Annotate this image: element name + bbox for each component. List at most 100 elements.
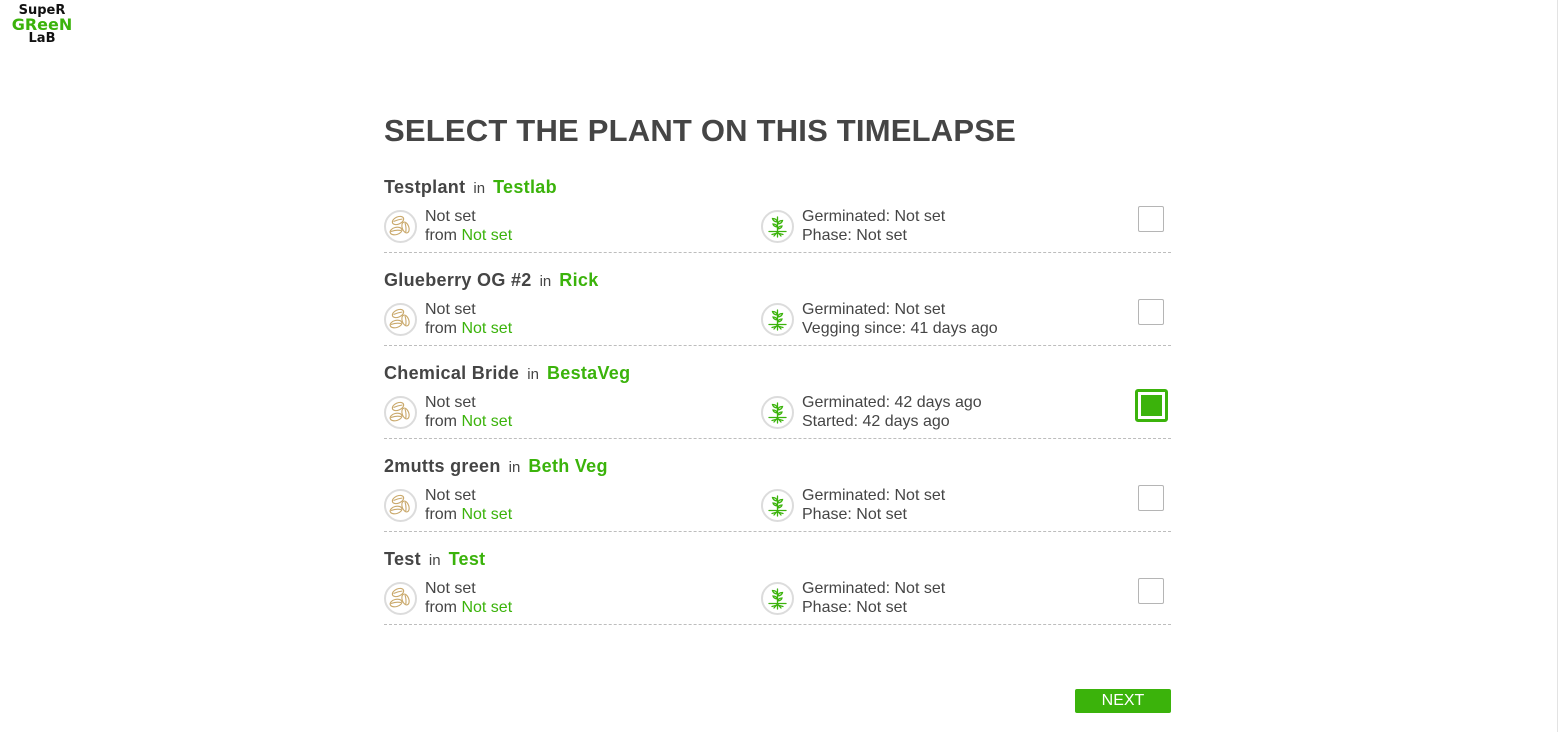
seed-from: from Not set: [425, 227, 512, 246]
germinated-label: Germinated:: [802, 394, 891, 411]
seed-from: from Not set: [425, 506, 512, 525]
plant-row: Glueberry OG #2 in Rick Not set from Not…: [384, 253, 1171, 346]
page: SupeR GReeN LaB SELECT THE PLANT ON THIS…: [0, 0, 1558, 732]
super-green-lab-logo: SupeR GReeN LaB: [10, 4, 74, 46]
box-name[interactable]: Test: [449, 549, 486, 569]
from-label: from: [425, 319, 457, 337]
in-label: in: [527, 366, 539, 383]
germinated-label: Germinated:: [802, 208, 891, 225]
plant-title: 2mutts green in Beth Veg: [384, 455, 608, 479]
from-label: from: [425, 412, 457, 430]
plant-select-checkbox[interactable]: [1138, 485, 1164, 511]
from-value[interactable]: Not set: [461, 599, 512, 616]
from-label: from: [425, 505, 457, 523]
plant-name[interactable]: Glueberry OG #2: [384, 270, 532, 290]
germinated-label: Germinated:: [802, 301, 891, 318]
sprout-icon: [761, 303, 794, 336]
plant-select-checkbox[interactable]: [1138, 206, 1164, 232]
seed-info: Not set from Not set: [384, 487, 512, 524]
germinated-line: Germinated: 42 days ago: [802, 394, 982, 413]
sprout-icon: [761, 489, 794, 522]
germinated-value: Not set: [894, 487, 946, 504]
seeds-icon: [384, 396, 417, 429]
plant-name[interactable]: Testplant: [384, 177, 465, 197]
phase-info: Germinated: Not set Phase: Not set: [761, 487, 945, 524]
phase-text: Germinated: Not set Phase: Not set: [802, 487, 945, 524]
germinated-value: Not set: [894, 301, 946, 318]
logo-line-2: GReeN: [11, 15, 73, 34]
from-value[interactable]: Not set: [461, 506, 512, 523]
checkbox-checkmark-fill: [1141, 395, 1162, 416]
plant-title: Chemical Bride in BestaVeg: [384, 362, 630, 386]
germinated-line: Germinated: Not set: [802, 208, 945, 227]
phase-text: Germinated: Not set Vegging since: 41 da…: [802, 301, 998, 338]
germinated-value: 42 days ago: [894, 394, 982, 411]
plant-select-checkbox[interactable]: [1138, 299, 1164, 325]
from-value[interactable]: Not set: [461, 227, 512, 244]
plant-row: 2mutts green in Beth Veg Not set from No…: [384, 439, 1171, 532]
sprout-icon: [761, 210, 794, 243]
sprout-icon: [761, 582, 794, 615]
phase-info: Germinated: Not set Vegging since: 41 da…: [761, 301, 998, 338]
phase-line: Phase: Not set: [802, 598, 907, 616]
plant-title: Glueberry OG #2 in Rick: [384, 269, 599, 293]
seed-info: Not set from Not set: [384, 301, 512, 338]
seed-text: Not set from Not set: [425, 394, 512, 431]
box-name[interactable]: Beth Veg: [528, 456, 607, 476]
phase-text: Germinated: Not set Phase: Not set: [802, 580, 945, 617]
plant-row: Chemical Bride in BestaVeg Not set from …: [384, 346, 1171, 439]
main-content: SELECT THE PLANT ON THIS TIMELAPSE Testp…: [384, 108, 1171, 625]
in-label: in: [539, 273, 552, 290]
seed-value: Not set: [425, 487, 476, 504]
seed-text: Not set from Not set: [425, 301, 512, 338]
box-name[interactable]: Testlab: [493, 177, 557, 197]
germinated-line: Germinated: Not set: [802, 580, 945, 599]
seed-value: Not set: [425, 208, 476, 225]
seed-info: Not set from Not set: [384, 580, 512, 617]
phase-line: Started: 42 days ago: [802, 412, 950, 430]
phase-info: Germinated: Not set Phase: Not set: [761, 580, 945, 617]
phase-line: Vegging since: 41 days ago: [802, 319, 998, 337]
plant-list: Testplant in Testlab Not set from Not se…: [384, 160, 1171, 625]
seed-text: Not set from Not set: [425, 208, 512, 245]
seeds-icon: [384, 489, 417, 522]
germinated-value: Not set: [894, 580, 946, 597]
seed-info: Not set from Not set: [384, 208, 512, 245]
in-label: in: [508, 459, 521, 476]
plant-name[interactable]: Chemical Bride: [384, 363, 519, 383]
plant-select-checkbox[interactable]: [1138, 578, 1164, 604]
phase-info: Germinated: 42 days ago Started: 42 days…: [761, 394, 982, 431]
phase-line: Phase: Not set: [802, 226, 907, 244]
logo-line-3: LaB: [28, 31, 56, 46]
germinated-line: Germinated: Not set: [802, 487, 945, 506]
sprout-icon: [761, 396, 794, 429]
seed-from: from Not set: [425, 599, 512, 618]
phase-text: Germinated: Not set Phase: Not set: [802, 208, 945, 245]
plant-row: Test in Test Not set from Not set Germin…: [384, 532, 1171, 625]
germinated-label: Germinated:: [802, 580, 891, 597]
from-label: from: [425, 598, 457, 616]
page-title: SELECT THE PLANT ON THIS TIMELAPSE: [384, 113, 1016, 148]
box-name[interactable]: Rick: [559, 270, 598, 290]
germinated-line: Germinated: Not set: [802, 301, 998, 320]
in-label: in: [428, 552, 441, 569]
plant-name[interactable]: Test: [384, 549, 421, 569]
from-label: from: [425, 226, 457, 244]
phase-line: Phase: Not set: [802, 505, 907, 523]
from-value[interactable]: Not set: [461, 320, 512, 337]
seed-info: Not set from Not set: [384, 394, 512, 431]
phase-info: Germinated: Not set Phase: Not set: [761, 208, 945, 245]
next-button[interactable]: NEXT: [1075, 689, 1171, 713]
plant-title: Test in Test: [384, 548, 485, 572]
plant-row: Testplant in Testlab Not set from Not se…: [384, 160, 1171, 253]
seed-from: from Not set: [425, 320, 512, 339]
plant-title: Testplant in Testlab: [384, 176, 557, 200]
seed-value: Not set: [425, 301, 476, 318]
seed-value: Not set: [425, 394, 476, 411]
seed-value: Not set: [425, 580, 476, 597]
box-name[interactable]: BestaVeg: [547, 363, 630, 383]
plant-name[interactable]: 2mutts green: [384, 456, 501, 476]
seeds-icon: [384, 210, 417, 243]
plant-select-checkbox[interactable]: [1135, 389, 1168, 422]
from-value[interactable]: Not set: [461, 413, 512, 430]
